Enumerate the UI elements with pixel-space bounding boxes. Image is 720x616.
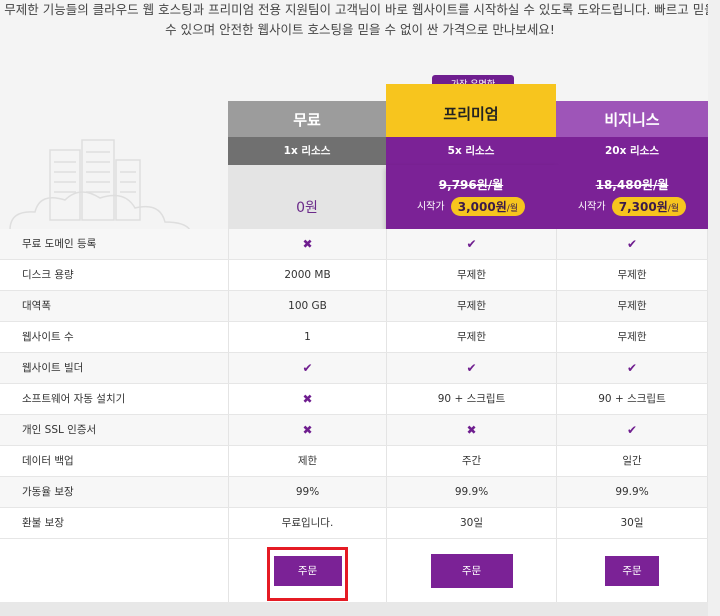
feature-value-business: 99.9% [556,477,708,507]
table-row: 환불 보장 무료입니다. 30일 30일 [0,508,708,539]
per-month-business: /월 [667,204,680,214]
feature-value-premium: ✔ [386,353,556,383]
feature-value-premium: 주간 [386,446,556,476]
intro-text: 무제한 기능들의 클라우드 웹 호스팅과 프리미엄 전용 지원팀이 고객님이 바… [0,0,720,40]
table-row: 소프트웨어 자동 설치기 ✖ 90 + 스크립트 90 + 스크립트 [0,384,708,415]
plan-header-business: 비지니스 [556,101,708,137]
feature-value-free: ✖ [228,229,386,259]
table-row: 개인 SSL 인증서 ✖ ✖ ✔ [0,415,708,446]
check-icon: ✔ [626,423,638,437]
feature-value-business: ✔ [556,353,708,383]
plan-header-free: 무료 [228,101,386,137]
order-cell-business: 주문 [556,539,708,602]
feature-label: 데이터 백업 [0,446,228,476]
plan-header-premium: 프리미엄 [386,84,556,137]
cross-icon: ✖ [302,423,313,437]
feature-value-free: ✖ [228,384,386,414]
feature-value-free: 100 GB [228,291,386,321]
check-icon: ✔ [626,361,638,375]
original-price-premium: 9,796원/월 [438,178,504,192]
feature-label: 웹사이트 수 [0,322,228,352]
sale-price-pill-premium: 3,000원/월 [450,197,526,216]
feature-value-business: 무제한 [556,322,708,352]
feature-value-premium: 90 + 스크립트 [386,384,556,414]
sale-price-pill-business: 7,300원/월 [611,197,687,216]
intro-line-1: 무제한 기능들의 클라우드 웹 호스팅과 프리미엄 전용 지원팀이 고객님이 바… [4,2,716,17]
feature-value-free: ✖ [228,415,386,445]
sale-price-premium: 3,000원 [457,200,507,214]
table-row: 무료 도메인 등록 ✖ ✔ ✔ [0,229,708,260]
feature-value-business: ✔ [556,229,708,259]
feature-value-business: 무제한 [556,260,708,290]
cross-icon: ✖ [466,423,477,437]
original-price-business: 18,480원/월 [595,178,669,192]
table-row: 웹사이트 수 1 무제한 무제한 [0,322,708,353]
start-label-premium: 시작가 [416,201,445,213]
plan-resources-free: 1x 리소스 [228,137,386,165]
scrollbar-track[interactable] [708,0,720,616]
feature-value-business: ✔ [556,415,708,445]
check-icon: ✔ [466,237,477,251]
feature-table: 무료 도메인 등록 ✖ ✔ ✔ 디스크 용량 2000 MB 무제한 무제한 대역폭 100 GB… [0,229,708,539]
plan-price-business: 18,480원/월 시작가 7,300원/월 [556,165,708,229]
order-button-premium[interactable]: 주문 [430,553,513,588]
feature-value-free: 1 [228,322,386,352]
feature-label: 웹사이트 빌더 [0,353,228,383]
cross-icon: ✖ [302,237,313,251]
price-free: 0원 [296,200,318,216]
table-row: 가동율 보장 99% 99.9% 99.9% [0,477,708,508]
plan-price-premium: 9,796원/월 시작가 3,000원/월 [386,165,556,229]
footer-strip [0,602,708,616]
feature-value-free: ✔ [228,353,386,383]
feature-value-free: 제한 [228,446,386,476]
sale-line-business: 시작가 7,300원/월 [556,197,708,216]
plan-resources-premium: 5x 리소스 [386,137,556,165]
sale-price-business: 7,300원 [618,200,668,214]
feature-label: 환불 보장 [0,508,228,538]
check-icon: ✔ [302,361,313,375]
table-row: 디스크 용량 2000 MB 무제한 무제한 [0,260,708,291]
cross-icon: ✖ [302,392,313,406]
feature-value-premium: ✔ [386,229,556,259]
feature-value-business: 90 + 스크립트 [556,384,708,414]
feature-value-premium: 30일 [386,508,556,538]
feature-label: 대역폭 [0,291,228,321]
feature-value-premium: 무제한 [386,291,556,321]
feature-value-business: 30일 [556,508,708,538]
feature-label: 개인 SSL 인증서 [0,415,228,445]
plan-price-free: 0원 [228,165,386,229]
cloud-server-illustration [9,139,191,231]
order-row-spacer [0,539,228,602]
order-row: 주문 주문 주문 [0,539,708,602]
feature-label: 디스크 용량 [0,260,228,290]
check-icon: ✔ [626,237,638,251]
feature-value-premium: 무제한 [386,260,556,290]
check-icon: ✔ [466,361,477,375]
feature-value-premium: 무제한 [386,322,556,352]
table-row: 웹사이트 빌더 ✔ ✔ ✔ [0,353,708,384]
feature-label: 소프트웨어 자동 설치기 [0,384,228,414]
highlight-box [267,547,348,601]
feature-value-premium: ✖ [386,415,556,445]
feature-label: 무료 도메인 등록 [0,229,228,259]
feature-value-premium: 99.9% [386,477,556,507]
plan-resources-business: 20x 리소스 [556,137,708,165]
feature-value-business: 무제한 [556,291,708,321]
intro-line-2: 수 있으며 안전한 웹사이트 호스팅을 믿을 수 없이 싼 가격으로 만나보세요… [165,22,555,37]
table-row: 대역폭 100 GB 무제한 무제한 [0,291,708,322]
feature-value-free: 무료입니다. [228,508,386,538]
per-month-premium: /월 [506,204,519,214]
order-cell-premium: 주문 [386,539,556,602]
feature-value-business: 일간 [556,446,708,476]
table-row: 데이터 백업 제한 주간 일간 [0,446,708,477]
feature-value-free: 99% [228,477,386,507]
feature-label: 가동율 보장 [0,477,228,507]
sale-line-premium: 시작가 3,000원/월 [386,197,556,216]
order-button-business[interactable]: 주문 [605,555,659,586]
start-label-business: 시작가 [577,201,606,213]
feature-value-free: 2000 MB [228,260,386,290]
